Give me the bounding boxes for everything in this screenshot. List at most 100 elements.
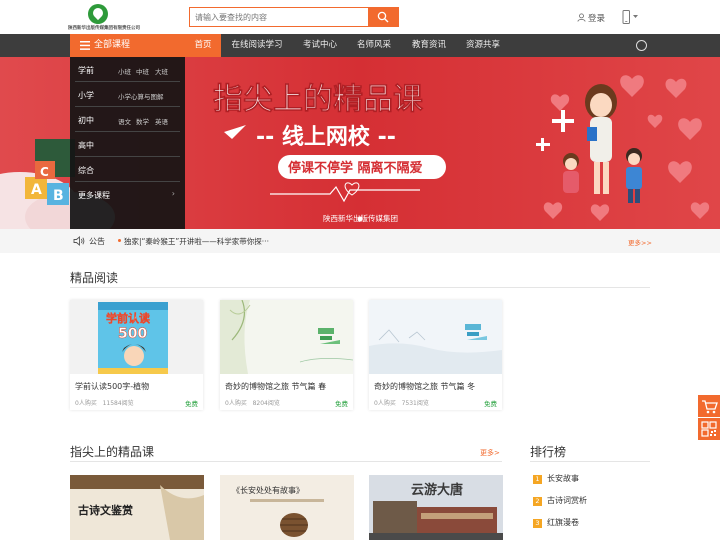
spring-cover-image: [220, 300, 353, 374]
menu-cat-label: 高中: [78, 141, 94, 150]
banner-subtitle: -- 线上网校 --: [256, 124, 396, 150]
course-card[interactable]: 古诗文鉴赏: [70, 475, 204, 540]
reading-card-thumb: [369, 300, 502, 374]
reading-card-meta: 0人购买 11584阅览: [75, 398, 134, 407]
cover-number: 500: [118, 326, 147, 342]
menu-row-more-courses[interactable]: 更多课程 ›: [70, 182, 185, 207]
notice-text[interactable]: 独家|“秦岭猴王”开讲啦——科学家带你探···: [124, 236, 269, 247]
notice-label: 公告: [89, 237, 105, 246]
cart-icon: [702, 400, 718, 414]
course-card[interactable]: 《长安处处有故事》: [220, 475, 354, 540]
menu-cat-label: 学前: [78, 66, 94, 75]
buyers-count: 0人购买: [374, 400, 396, 407]
user-icon: [577, 13, 586, 22]
nav-online-reading[interactable]: 在线阅读学习: [225, 34, 289, 57]
float-qr-button[interactable]: [698, 418, 720, 440]
ranking-item[interactable]: 3 红旗漫卷: [533, 517, 579, 528]
rank-badge: 3: [533, 519, 542, 528]
price-badge: 免费: [185, 400, 198, 408]
reading-card[interactable]: 奇妙的博物馆之旅 节气篇 春 0人购买 8204阅览 免费: [220, 300, 353, 410]
page: 陕西新华出版传媒集团有限责任公司 登录: [0, 0, 720, 540]
chevron-right-icon: ›: [171, 189, 175, 198]
reading-card[interactable]: 奇妙的博物馆之旅 节气篇 冬 0人购买 7531阅览 免费: [369, 300, 502, 410]
rank-badge: 2: [533, 497, 542, 506]
course-card[interactable]: 云游大唐: [369, 475, 503, 540]
banner-slogan: 停课不停学 隔离不隔爱: [288, 160, 423, 176]
course-thumb-poetry: 古诗文鉴赏: [70, 475, 204, 540]
banner-title: 指尖上的精品课: [213, 82, 424, 117]
nav-resources[interactable]: 资源共享: [459, 34, 507, 57]
reading-card-thumb: 学前认读 500: [70, 300, 203, 374]
float-cart-button[interactable]: [698, 395, 720, 417]
nav-teachers[interactable]: 名师风采: [350, 34, 398, 57]
search-bar: [189, 7, 399, 27]
rank-label: 红旗漫卷: [547, 518, 579, 527]
menu-cat-label: 小学: [78, 91, 94, 100]
section-divider: [70, 287, 650, 288]
mobile-icon[interactable]: [622, 10, 640, 24]
search-icon: [377, 11, 389, 23]
dropdown-arrow-icon: [633, 15, 638, 18]
menu-row-senior[interactable]: 高中: [70, 132, 185, 157]
courses-section-title: 指尖上的精品课: [70, 445, 155, 459]
reading-card-title: 奇妙的博物馆之旅 节气篇 春: [225, 382, 327, 391]
notice-bar: 公告 独家|“秦岭猴王”开讲啦——科学家带你探··· 更多>>: [0, 229, 720, 253]
nav-home[interactable]: 首页: [185, 34, 221, 57]
reading-card-meta: 0人购买 8204阅览: [225, 398, 280, 407]
logo-text: 陕西新华出版传媒集团有限责任公司: [68, 26, 140, 31]
rank-badge: 1: [533, 475, 542, 484]
menu-row-general[interactable]: 综合: [70, 157, 185, 182]
main-nav: 全部课程 首页 在线阅读学习 考试中心 名师风采 教育资讯 资源共享: [0, 34, 720, 57]
all-courses-button[interactable]: 全部课程: [70, 34, 185, 57]
section-divider: [530, 461, 650, 462]
menu-sub-link[interactable]: 小学心算与图解: [118, 91, 164, 101]
course-thumb-text: 古诗文鉴赏: [78, 503, 133, 517]
login-label: 登录: [588, 14, 606, 24]
login-link[interactable]: 登录: [577, 12, 605, 24]
menu-icon: [80, 41, 90, 50]
category-menu: 学前 小班 中班 大班 小学 小学心算与图解 初中 语文 数学 英语 高中 综合…: [70, 57, 185, 229]
ranking-item[interactable]: 1 长安故事: [533, 473, 579, 484]
menu-sub-link[interactable]: 中班: [136, 66, 149, 76]
notice-more-link[interactable]: 更多>>: [628, 237, 652, 247]
leaf-icon[interactable]: [636, 40, 647, 51]
menu-sub-link[interactable]: 数学: [136, 116, 149, 126]
speaker-icon: [73, 236, 85, 246]
menu-row-primary[interactable]: 小学 小学心算与图解: [70, 82, 185, 107]
menu-sub-link[interactable]: 语文: [118, 116, 131, 126]
menu-row-preschool[interactable]: 学前 小班 中班 大班: [70, 57, 185, 82]
nav-exam-center[interactable]: 考试中心: [296, 34, 344, 57]
price-badge: 免费: [335, 400, 348, 408]
qrcode-icon: [701, 421, 717, 437]
reading-card-title: 奇妙的博物馆之旅 节气篇 冬: [374, 382, 476, 391]
course-thumb-tang: 云游大唐: [369, 475, 503, 540]
price-badge: 免费: [484, 400, 497, 408]
search-input[interactable]: [190, 8, 368, 26]
menu-row-junior[interactable]: 初中 语文 数学 英语: [70, 107, 185, 132]
menu-cat-label: 综合: [78, 166, 94, 175]
buyers-count: 0人购买: [225, 400, 247, 407]
course-thumb-changan: 《长安处处有故事》: [220, 475, 354, 540]
nav-edu-news[interactable]: 教育资讯: [405, 34, 453, 57]
courses-more-link[interactable]: 更多>: [480, 448, 500, 458]
all-courses-label: 全部课程: [94, 40, 131, 50]
search-button[interactable]: [368, 8, 398, 26]
block-letter-b: B: [53, 188, 64, 204]
logo[interactable]: 陕西新华出版传媒集团有限责任公司: [68, 4, 148, 32]
menu-sub-link[interactable]: 大班: [155, 66, 168, 76]
views-count: 8204阅览: [252, 400, 280, 407]
reading-card[interactable]: 学前认读 500 学前认读500字-植物 0人购买 11584阅览 免费: [70, 300, 203, 410]
menu-sub-link[interactable]: 小班: [118, 66, 131, 76]
ranking-item[interactable]: 2 古诗词赏析: [533, 495, 587, 506]
views-count: 7531阅览: [401, 400, 429, 407]
menu-sub-link[interactable]: 英语: [155, 116, 168, 126]
menu-cat-label: 初中: [78, 116, 94, 125]
rank-label: 长安故事: [547, 474, 579, 483]
menu-cat-label: 更多课程: [78, 191, 110, 200]
course-thumb-text: 云游大唐: [411, 482, 463, 498]
section-divider: [70, 461, 502, 462]
buyers-count: 0人购买: [75, 400, 97, 407]
header: 陕西新华出版传媒集团有限责任公司 登录: [0, 0, 720, 34]
ranking-title: 排行榜: [530, 445, 567, 459]
block-letter-a: A: [31, 182, 42, 198]
